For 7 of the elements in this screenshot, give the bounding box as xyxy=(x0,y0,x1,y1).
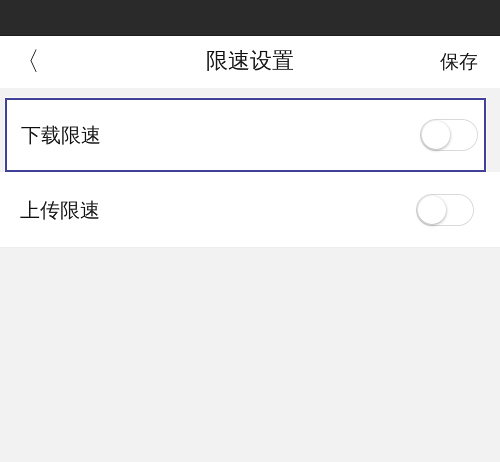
toggle-switch[interactable] xyxy=(416,194,474,226)
toggle-switch[interactable] xyxy=(420,119,478,151)
setting-label: 上传限速 xyxy=(20,196,100,224)
page-title: 限速设置 xyxy=(206,49,294,74)
back-button[interactable]: 〈 xyxy=(0,36,40,88)
setting-label: 下载限速 xyxy=(21,122,101,149)
save-button[interactable]: 保存 xyxy=(440,36,500,88)
